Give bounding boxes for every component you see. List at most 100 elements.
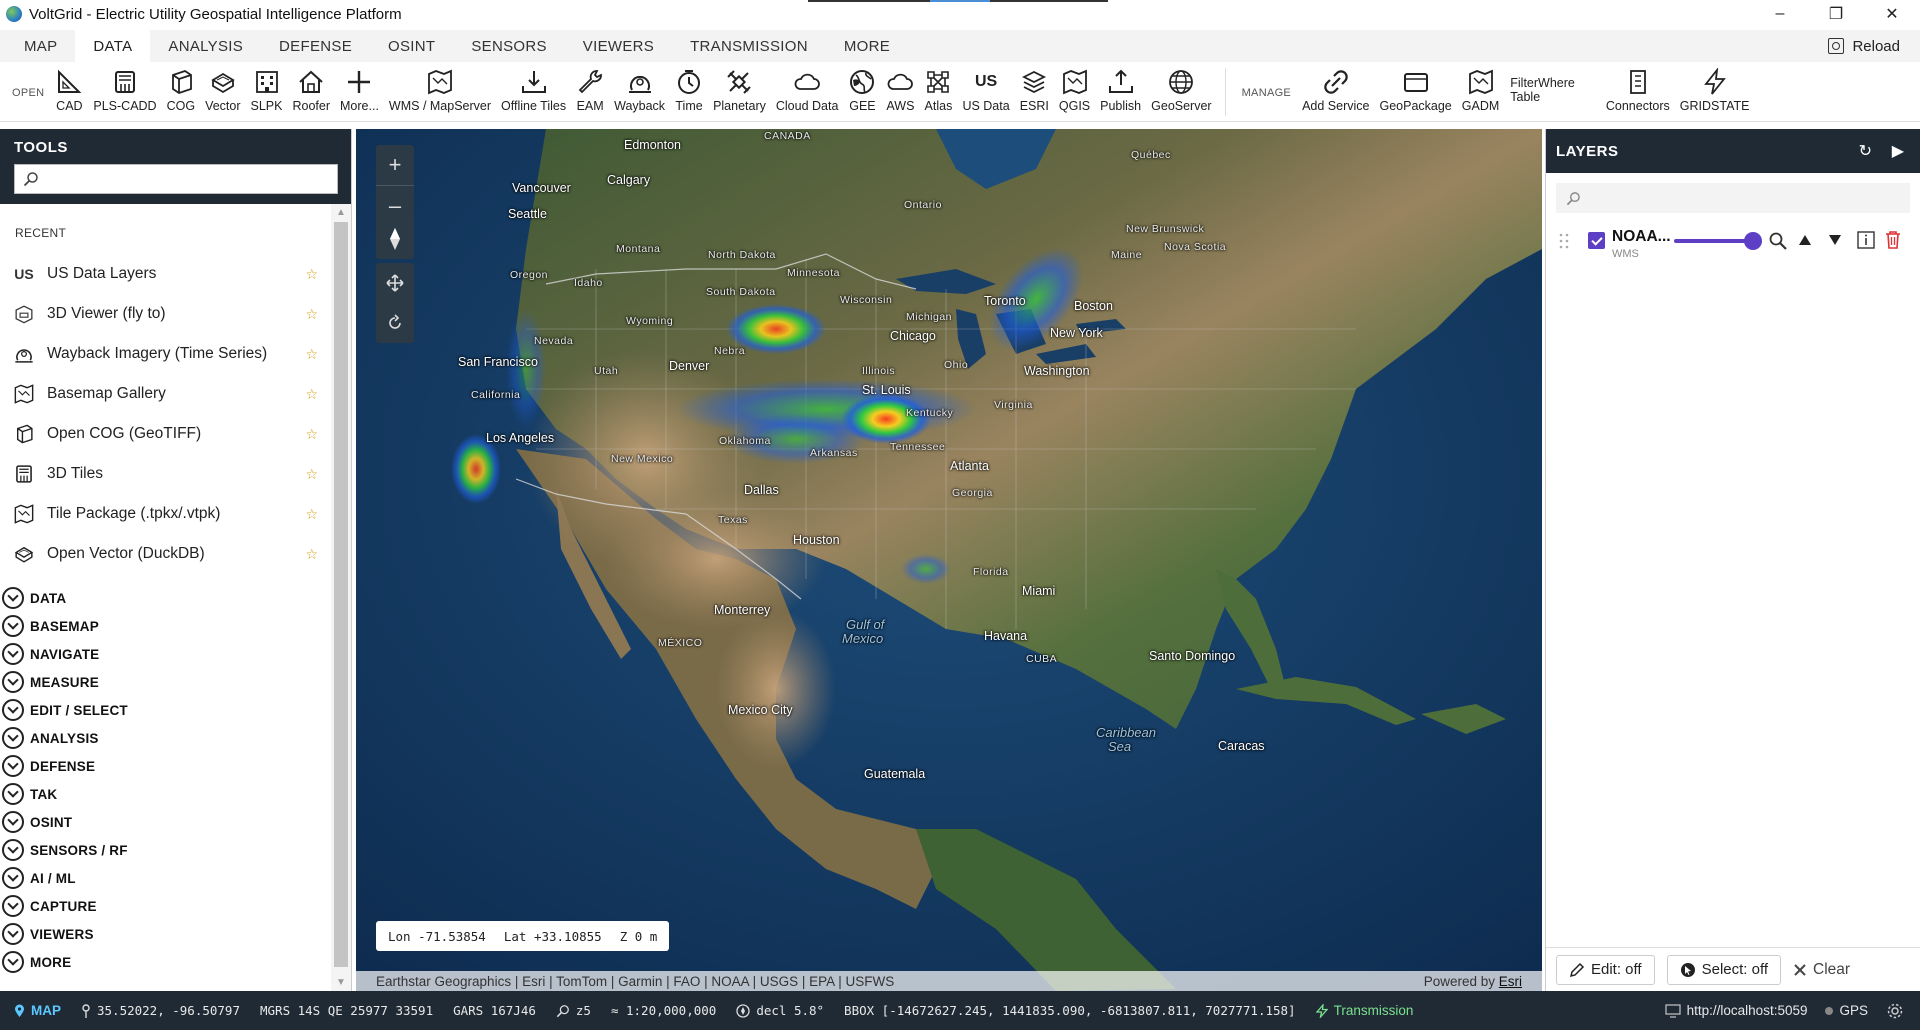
opacity-slider-handle[interactable] — [1744, 232, 1762, 250]
tab-data[interactable]: DATA — [75, 30, 151, 62]
planetary-button[interactable]: Planetary — [708, 62, 771, 122]
gridstate-button[interactable]: GRIDSTATE — [1675, 62, 1755, 122]
favorite-star-icon[interactable]: ☆ — [305, 346, 318, 363]
roofer-button[interactable]: Roofer — [287, 62, 335, 122]
us-data-button[interactable]: US US Data — [957, 62, 1014, 122]
atlas-button[interactable]: Atlas — [919, 62, 957, 122]
delete-layer-icon[interactable] — [1884, 230, 1902, 250]
scroll-up-icon[interactable]: ▲ — [336, 207, 346, 218]
favorite-star-icon[interactable]: ☆ — [305, 266, 318, 283]
scroll-down-icon[interactable]: ▼ — [336, 977, 346, 988]
restore-button[interactable]: ❐ — [1808, 0, 1864, 28]
section-data[interactable]: DATA — [0, 584, 332, 612]
favorite-star-icon[interactable]: ☆ — [305, 386, 318, 403]
clear-button[interactable]: Clear — [1793, 961, 1850, 979]
layer-info-icon[interactable] — [1857, 231, 1875, 249]
favorite-star-icon[interactable]: ☆ — [305, 466, 318, 483]
more-button[interactable]: More... — [335, 62, 384, 122]
section-ai-ml[interactable]: AI / ML — [0, 864, 332, 892]
tools-search-input[interactable] — [14, 164, 338, 194]
compass-button[interactable] — [376, 219, 414, 259]
favorite-star-icon[interactable]: ☆ — [305, 506, 318, 523]
cad-button[interactable]: CAD — [50, 62, 88, 122]
gee-button[interactable]: GEE — [843, 62, 881, 122]
recent-tool-item[interactable]: 3D Tiles ☆ — [0, 454, 332, 494]
zoom-to-layer-icon[interactable] — [1768, 231, 1788, 251]
tab-transmission[interactable]: TRANSMISSION — [672, 30, 826, 62]
section-osint[interactable]: OSINT — [0, 808, 332, 836]
cog-button[interactable]: COG — [162, 62, 200, 122]
qgis-button[interactable]: QGIS — [1054, 62, 1095, 122]
section-basemap[interactable]: BASEMAP — [0, 612, 332, 640]
mode-indicator[interactable]: MAP — [14, 1003, 61, 1018]
favorite-star-icon[interactable]: ☆ — [305, 546, 318, 563]
section-capture[interactable]: CAPTURE — [0, 892, 332, 920]
recent-tool-item[interactable]: 3D Viewer (fly to) ☆ — [0, 294, 332, 334]
select-toggle-button[interactable]: Select: off — [1666, 954, 1782, 985]
collapse-panel-icon[interactable]: ▶ — [1892, 141, 1904, 161]
eam-button[interactable]: EAM — [571, 62, 609, 122]
zoom-in-button[interactable]: + — [376, 145, 414, 185]
scrollbar-thumb[interactable] — [334, 222, 348, 967]
tab-sensors[interactable]: SENSORS — [453, 30, 564, 62]
favorite-star-icon[interactable]: ☆ — [305, 426, 318, 443]
move-layer-down-icon[interactable] — [1828, 233, 1842, 247]
filterwhere-table-button[interactable]: FilterWhere Table — [1504, 62, 1581, 104]
refresh-icon[interactable]: ↻ — [1859, 141, 1872, 161]
geoserver-button[interactable]: GeoServer — [1146, 62, 1216, 122]
layer-row[interactable]: NOAA... WMS — [1546, 225, 1920, 265]
section-measure[interactable]: MEASURE — [0, 668, 332, 696]
section-navigate[interactable]: NAVIGATE — [0, 640, 332, 668]
cloud-data-button[interactable]: Cloud Data — [771, 62, 844, 122]
pan-button[interactable] — [376, 263, 414, 303]
offline-tiles-button[interactable]: Offline Tiles — [496, 62, 571, 122]
section-more[interactable]: MORE — [0, 948, 332, 976]
tab-defense[interactable]: DEFENSE — [261, 30, 370, 62]
pls-cadd-button[interactable]: PLS-CADD — [88, 62, 161, 122]
section-edit-select[interactable]: EDIT / SELECT — [0, 696, 332, 724]
tab-osint[interactable]: OSINT — [370, 30, 453, 62]
tab-more[interactable]: MORE — [826, 30, 908, 62]
recent-tool-item[interactable]: Open COG (GeoTIFF) ☆ — [0, 414, 332, 454]
time-button[interactable]: Time — [670, 62, 708, 122]
favorite-star-icon[interactable]: ☆ — [305, 306, 318, 323]
esri-link[interactable]: Esri — [1499, 974, 1522, 989]
map-view[interactable]: CANADA Edmonton Calgary Vancouver Seattl… — [356, 129, 1542, 991]
vector-button[interactable]: Vector — [200, 62, 245, 122]
layers-search-input[interactable] — [1556, 183, 1910, 213]
geopackage-button[interactable]: GeoPackage — [1374, 62, 1456, 122]
layer-opacity-slider[interactable] — [1674, 239, 1754, 243]
connectors-button[interactable]: Connectors — [1601, 62, 1675, 122]
drag-handle-icon[interactable] — [1559, 233, 1569, 249]
rotate-button[interactable] — [376, 303, 414, 343]
transmission-indicator[interactable]: Transmission — [1315, 1003, 1413, 1018]
aws-button[interactable]: AWS — [881, 62, 919, 122]
tab-analysis[interactable]: ANALYSIS — [150, 30, 261, 62]
edit-toggle-button[interactable]: Edit: off — [1556, 954, 1655, 985]
settings-gear-icon[interactable] — [1886, 1002, 1904, 1020]
tab-map[interactable]: MAP — [0, 30, 75, 62]
wayback-button[interactable]: Wayback — [609, 62, 670, 122]
section-tak[interactable]: TAK — [0, 780, 332, 808]
move-layer-up-icon[interactable] — [1798, 233, 1812, 247]
recent-tool-item[interactable]: Wayback Imagery (Time Series) ☆ — [0, 334, 332, 374]
recent-tool-item[interactable]: Open Vector (DuckDB) ☆ — [0, 534, 332, 574]
slpk-button[interactable]: SLPK — [246, 62, 288, 122]
recent-tool-item[interactable]: Tile Package (.tpkx/.vtpk) ☆ — [0, 494, 332, 534]
section-sensors-rf[interactable]: SENSORS / RF — [0, 836, 332, 864]
section-analysis[interactable]: ANALYSIS — [0, 724, 332, 752]
add-service-button[interactable]: Add Service — [1297, 62, 1374, 122]
publish-button[interactable]: Publish — [1095, 62, 1146, 122]
section-viewers[interactable]: VIEWERS — [0, 920, 332, 948]
recent-tool-item[interactable]: Basemap Gallery ☆ — [0, 374, 332, 414]
section-defense[interactable]: DEFENSE — [0, 752, 332, 780]
gadm-button[interactable]: GADM — [1457, 62, 1505, 122]
reload-button[interactable]: Reload — [1828, 30, 1900, 62]
close-button[interactable]: ✕ — [1864, 0, 1920, 28]
gps-indicator[interactable]: GPS — [1825, 1003, 1868, 1018]
tools-scrollbar[interactable]: ▲ ▼ — [331, 204, 351, 991]
esri-button[interactable]: ESRI — [1015, 62, 1054, 122]
wms-mapserver-button[interactable]: WMS / MapServer — [384, 62, 496, 122]
layer-visibility-checkbox[interactable] — [1588, 232, 1605, 249]
tab-viewers[interactable]: VIEWERS — [565, 30, 672, 62]
